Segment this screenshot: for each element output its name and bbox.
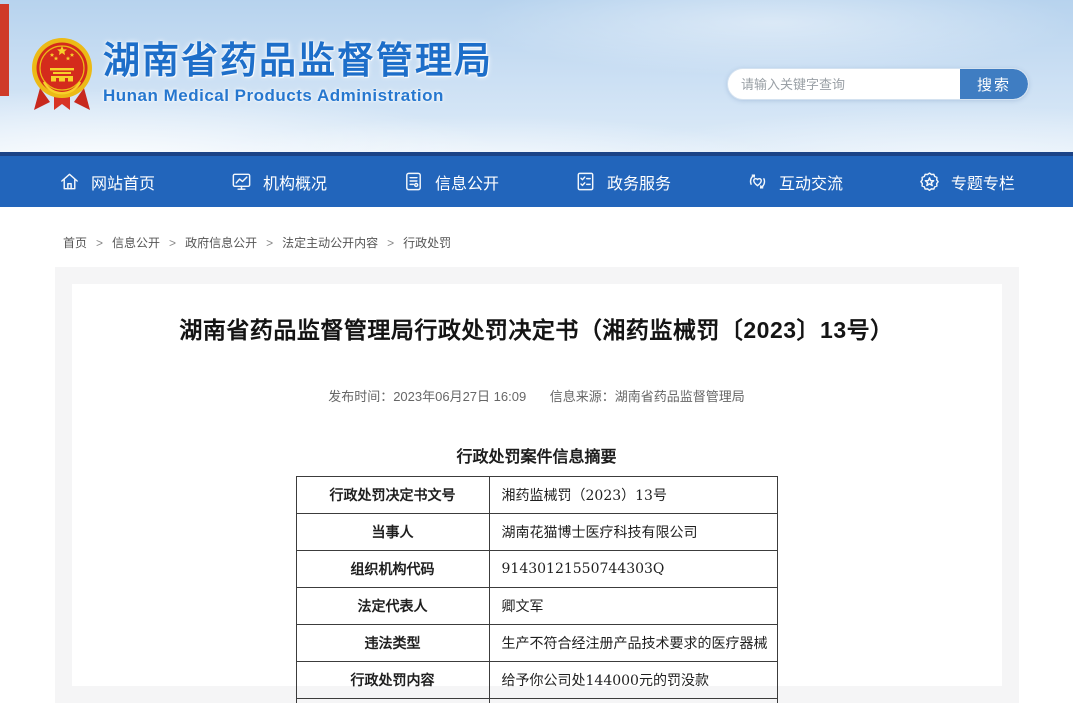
table-row: 当事人 湖南花猫博士医疗科技有限公司 [296, 514, 777, 551]
row-label: 行政处罚内容 [296, 662, 489, 699]
table-row: 法定代表人 卿文军 [296, 588, 777, 625]
penalty-summary-table: 行政处罚决定书文号 湘药监械罚（2023）13号 当事人 湖南花猫博士医疗科技有… [296, 476, 778, 703]
monitor-chart-icon [230, 170, 253, 193]
breadcrumb-item-gov-info[interactable]: 政府信息公开 [185, 234, 257, 251]
nav-item-special-topics[interactable]: 专题专栏 [918, 170, 1015, 194]
corner-red-strip [0, 4, 9, 96]
site-header: 湖南省药品监督管理局 Hunan Medical Products Admini… [0, 0, 1073, 152]
content-card: 湖南省药品监督管理局行政处罚决定书（湘药监械罚〔2023〕13号） 发布时间：2… [72, 284, 1002, 686]
nav-item-overview[interactable]: 机构概况 [230, 170, 327, 194]
site-branding: 湖南省药品监督管理局 Hunan Medical Products Admini… [103, 40, 493, 106]
breadcrumb-item-statutory[interactable]: 法定主动公开内容 [282, 234, 378, 251]
publish-time: 发布时间：2023年06月27日 16:09 [328, 389, 526, 404]
table-row: 行政处罚内容 给予你公司处144000元的罚没款 [296, 662, 777, 699]
row-label: 组织机构代码 [296, 551, 489, 588]
nav-item-label: 信息公开 [435, 170, 499, 194]
row-value: 湖南省药品监督管理局 [489, 699, 777, 703]
nav-item-info-disclosure[interactable]: 信息公开 [402, 170, 499, 194]
summary-table-title: 行政处罚案件信息摘要 [72, 443, 1002, 467]
row-label: 法定代表人 [296, 588, 489, 625]
row-label: 行政处罚决定书文号 [296, 477, 489, 514]
checklist-icon [574, 170, 597, 193]
row-value: 给予你公司处144000元的罚没款 [489, 662, 777, 699]
main-nav: 网站首页 机构概况 信息公开 政务服务 互动交流 专题专栏 [0, 152, 1073, 207]
document-icon [402, 170, 425, 193]
row-value: 卿文军 [489, 588, 777, 625]
breadcrumb-separator: > [387, 236, 394, 250]
table-row: 组织机构代码 91430121550744303Q [296, 551, 777, 588]
home-icon [58, 170, 81, 193]
breadcrumb-item-info[interactable]: 信息公开 [112, 234, 160, 251]
breadcrumb-item-home[interactable]: 首页 [63, 234, 87, 251]
heart-exchange-icon [746, 170, 769, 193]
table-row: 违法类型 生产不符合经注册产品技术要求的医疗器械 [296, 625, 777, 662]
star-badge-icon [918, 170, 941, 193]
breadcrumb: 首页 > 信息公开 > 政府信息公开 > 法定主动公开内容 > 行政处罚 [0, 207, 1073, 267]
breadcrumb-separator: > [266, 236, 273, 250]
search-bar: 搜索 [727, 68, 1029, 100]
nav-item-label: 网站首页 [91, 170, 155, 194]
row-label: 作出行政处罚决定的行政机关 [296, 699, 489, 703]
breadcrumb-item-penalty[interactable]: 行政处罚 [403, 234, 451, 251]
national-emblem-icon [30, 36, 94, 116]
row-value: 生产不符合经注册产品技术要求的医疗器械 [489, 625, 777, 662]
nav-item-label: 机构概况 [263, 170, 327, 194]
nav-item-label: 专题专栏 [951, 170, 1015, 194]
breadcrumb-separator: > [96, 236, 103, 250]
search-input[interactable] [728, 69, 960, 99]
breadcrumb-separator: > [169, 236, 176, 250]
info-source: 信息来源：湖南省药品监督管理局 [550, 389, 745, 404]
page-title: 湖南省药品监督管理局行政处罚决定书（湘药监械罚〔2023〕13号） [72, 311, 1002, 345]
site-title-en: Hunan Medical Products Administration [103, 86, 493, 106]
table-row: 作出行政处罚决定的行政机关 湖南省药品监督管理局 [296, 699, 777, 703]
nav-item-label: 互动交流 [779, 170, 843, 194]
row-label: 违法类型 [296, 625, 489, 662]
nav-item-label: 政务服务 [607, 170, 671, 194]
article-meta: 发布时间：2023年06月27日 16:09 信息来源：湖南省药品监督管理局 [72, 386, 1002, 405]
row-label: 当事人 [296, 514, 489, 551]
nav-item-home[interactable]: 网站首页 [58, 170, 155, 194]
row-value: 湘药监械罚（2023）13号 [489, 477, 777, 514]
table-row: 行政处罚决定书文号 湘药监械罚（2023）13号 [296, 477, 777, 514]
site-title-cn: 湖南省药品监督管理局 [103, 40, 493, 83]
row-value: 91430121550744303Q [489, 551, 777, 588]
nav-item-gov-services[interactable]: 政务服务 [574, 170, 671, 194]
search-button[interactable]: 搜索 [960, 69, 1028, 99]
row-value: 湖南花猫博士医疗科技有限公司 [489, 514, 777, 551]
nav-item-interaction[interactable]: 互动交流 [746, 170, 843, 194]
content-card-frame: 湖南省药品监督管理局行政处罚决定书（湘药监械罚〔2023〕13号） 发布时间：2… [55, 267, 1019, 703]
